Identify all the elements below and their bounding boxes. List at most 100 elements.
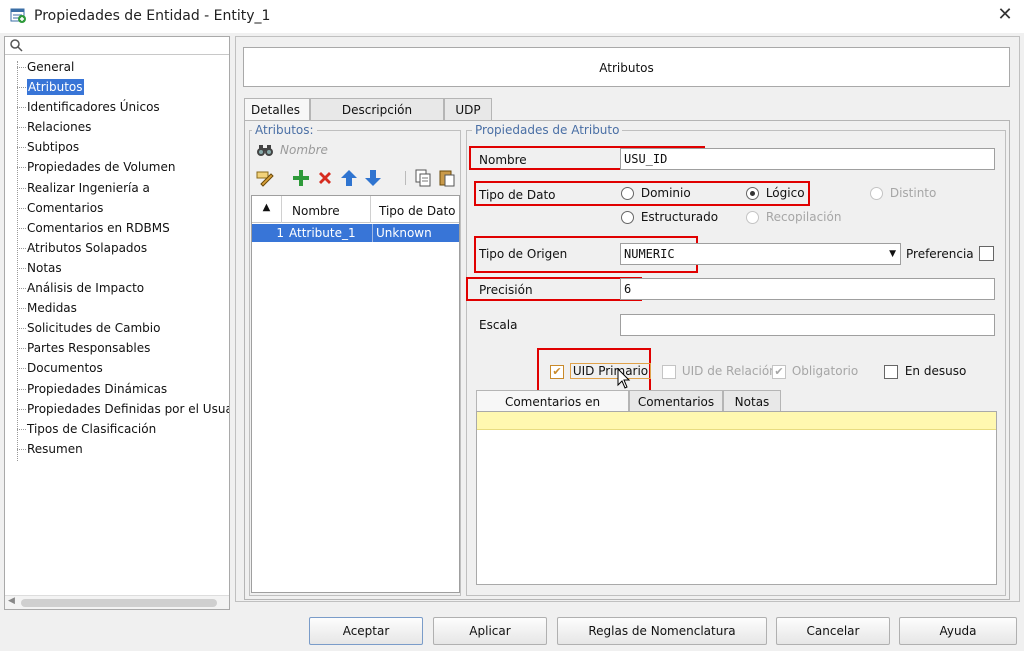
ayuda-button[interactable]: Ayuda bbox=[899, 617, 1017, 645]
uid-primario-checkbox[interactable]: ✔ bbox=[550, 364, 564, 379]
uid-primario-option[interactable]: ✔ UID Primario bbox=[550, 363, 652, 379]
obligatorio-label: Obligatorio bbox=[791, 364, 859, 378]
radio-recopilacion-circle[interactable] bbox=[746, 211, 759, 224]
entity-app-icon bbox=[10, 8, 26, 23]
title-bar: Propiedades de Entidad - Entity_1 ✕ bbox=[0, 0, 1024, 33]
en-desuso-option[interactable]: En desuso bbox=[884, 364, 966, 379]
cancelar-button[interactable]: Cancelar bbox=[776, 617, 890, 645]
escala-input[interactable] bbox=[620, 314, 995, 336]
nombre-input[interactable]: USU_ID bbox=[620, 148, 995, 170]
tree-item-medidas[interactable]: Medidas bbox=[5, 298, 229, 318]
attributes-table: ▲ Nombre Tipo de Dato 1 Attribute_1 Unkn… bbox=[251, 195, 460, 593]
tab-detalles[interactable]: Detalles bbox=[244, 98, 310, 121]
tipo-origen-label: Tipo de Origen bbox=[479, 247, 568, 261]
radio-logico[interactable]: Lógico bbox=[746, 186, 805, 200]
uid-primario-label: UID Primario bbox=[569, 363, 652, 379]
tree-item-notas[interactable]: Notas bbox=[5, 258, 229, 278]
obligatorio-checkbox[interactable]: ✔ bbox=[772, 364, 786, 379]
chevron-down-icon[interactable]: ▼ bbox=[889, 244, 896, 264]
tree-item-tipos-clasificacion[interactable]: Tipos de Clasificación bbox=[5, 419, 229, 439]
radio-estructurado-label: Estructurado bbox=[640, 210, 719, 224]
aceptar-button[interactable]: Aceptar bbox=[309, 617, 423, 645]
tipo-origen-select[interactable]: NUMERIC ▼ bbox=[620, 243, 901, 265]
escala-label: Escala bbox=[479, 318, 518, 332]
delete-icon[interactable] bbox=[315, 168, 335, 188]
table-row[interactable]: 1 Attribute_1 Unknown bbox=[252, 224, 459, 242]
tree-list: General Atributos Identificadores Únicos… bbox=[5, 57, 229, 459]
tree-item-propiedades-volumen[interactable]: Propiedades de Volumen bbox=[5, 157, 229, 177]
tab-descripcion-general[interactable]: Descripción General bbox=[310, 98, 444, 139]
tree-item-identificadores[interactable]: Identificadores Únicos bbox=[5, 97, 229, 117]
search-icon bbox=[10, 39, 23, 52]
tree-item-subtipos[interactable]: Subtipos bbox=[5, 137, 229, 157]
paste-icon[interactable] bbox=[437, 168, 457, 188]
radio-dominio-circle[interactable] bbox=[621, 187, 634, 200]
toolbar-separator bbox=[405, 171, 406, 185]
tipo-origen-value: NUMERIC bbox=[624, 247, 675, 261]
comment-current-line bbox=[477, 412, 996, 430]
tree-item-analisis-impacto[interactable]: Análisis de Impacto bbox=[5, 278, 229, 298]
radio-estructurado[interactable]: Estructurado bbox=[621, 210, 718, 224]
attribute-filter-input[interactable]: Nombre bbox=[253, 140, 459, 160]
tab-udp[interactable]: UDP bbox=[444, 98, 492, 120]
comment-textarea[interactable] bbox=[476, 411, 997, 585]
tree-item-comentarios-rdbms[interactable]: Comentarios en RDBMS bbox=[5, 218, 229, 238]
obligatorio-option[interactable]: ✔ Obligatorio bbox=[772, 364, 858, 379]
radio-recopilacion[interactable]: Recopilación bbox=[746, 210, 841, 224]
page-title: Atributos bbox=[243, 47, 1010, 87]
tree-item-propiedades-dinamicas[interactable]: Propiedades Dinámicas bbox=[5, 379, 229, 399]
en-desuso-label: En desuso bbox=[904, 364, 967, 378]
binoculars-icon bbox=[257, 145, 273, 156]
scrollbar-thumb[interactable] bbox=[21, 599, 217, 607]
tab-notas[interactable]: Notas bbox=[723, 390, 781, 412]
tree-search-input[interactable] bbox=[5, 37, 229, 55]
move-up-icon[interactable] bbox=[339, 168, 359, 188]
attributes-toolbar bbox=[253, 168, 459, 190]
reglas-nomenclatura-button[interactable]: Reglas de Nomenclatura bbox=[557, 617, 767, 645]
radio-logico-circle[interactable] bbox=[746, 187, 759, 200]
column-header-tipo-dato[interactable]: Tipo de Dato bbox=[371, 196, 459, 223]
nombre-label: Nombre bbox=[479, 153, 527, 167]
aplicar-button[interactable]: Aplicar bbox=[433, 617, 547, 645]
tree-item-propiedades-definidas[interactable]: Propiedades Definidas por el Usuari bbox=[5, 399, 229, 419]
table-header-row: ▲ Nombre Tipo de Dato bbox=[252, 196, 459, 223]
uid-relacion-option[interactable]: UID de Relación bbox=[662, 364, 777, 379]
tree-item-atributos[interactable]: Atributos bbox=[5, 77, 229, 97]
add-icon[interactable] bbox=[291, 168, 311, 188]
tree-item-documentos[interactable]: Documentos bbox=[5, 358, 229, 378]
radio-recopilacion-label: Recopilación bbox=[765, 210, 842, 224]
attributes-group-label: Atributos: bbox=[252, 123, 317, 137]
preferencia-checkbox[interactable] bbox=[979, 246, 994, 261]
precision-input[interactable]: 6 bbox=[620, 278, 995, 300]
copy-icon[interactable] bbox=[413, 168, 433, 188]
edit-icon[interactable] bbox=[255, 168, 275, 188]
move-down-icon[interactable] bbox=[363, 168, 383, 188]
tree-item-partes-responsables[interactable]: Partes Responsables bbox=[5, 338, 229, 358]
radio-distinto[interactable]: Distinto bbox=[870, 186, 936, 200]
tree-item-solicitudes-cambio[interactable]: Solicitudes de Cambio bbox=[5, 318, 229, 338]
tree-item-relaciones[interactable]: Relaciones bbox=[5, 117, 229, 137]
close-icon[interactable]: ✕ bbox=[994, 4, 1016, 26]
attribute-properties-label: Propiedades de Atributo bbox=[472, 123, 623, 137]
tree-item-resumen[interactable]: Resumen bbox=[5, 439, 229, 459]
uid-relacion-checkbox[interactable] bbox=[662, 364, 676, 379]
radio-distinto-label: Distinto bbox=[889, 186, 937, 200]
radio-estructurado-circle[interactable] bbox=[621, 211, 634, 224]
sort-icon[interactable]: ▲ bbox=[252, 196, 282, 223]
row-attribute-type: Unknown bbox=[372, 224, 432, 242]
tree-item-comentarios[interactable]: Comentarios bbox=[5, 198, 229, 218]
en-desuso-checkbox[interactable] bbox=[884, 364, 898, 379]
tree-item-ingenieria[interactable]: Realizar Ingeniería a bbox=[5, 178, 229, 198]
tab-comentarios[interactable]: Comentarios bbox=[629, 390, 723, 412]
tree-item-atributos-solapados[interactable]: Atributos Solapados bbox=[5, 238, 229, 258]
preferencia-label: Preferencia bbox=[906, 247, 974, 261]
tab-comentarios-rdbms[interactable]: Comentarios en RDBMS bbox=[476, 390, 629, 431]
tree-horizontal-scrollbar[interactable]: ◀ bbox=[5, 595, 229, 609]
scroll-left-arrow-icon[interactable]: ◀ bbox=[8, 596, 15, 606]
radio-logico-label: Lógico bbox=[765, 186, 805, 200]
tree-item-general[interactable]: General bbox=[5, 57, 229, 77]
window-title: Propiedades de Entidad - Entity_1 bbox=[34, 8, 271, 24]
column-header-nombre[interactable]: Nombre bbox=[282, 196, 371, 223]
radio-distinto-circle[interactable] bbox=[870, 187, 883, 200]
radio-dominio[interactable]: Dominio bbox=[621, 186, 691, 200]
